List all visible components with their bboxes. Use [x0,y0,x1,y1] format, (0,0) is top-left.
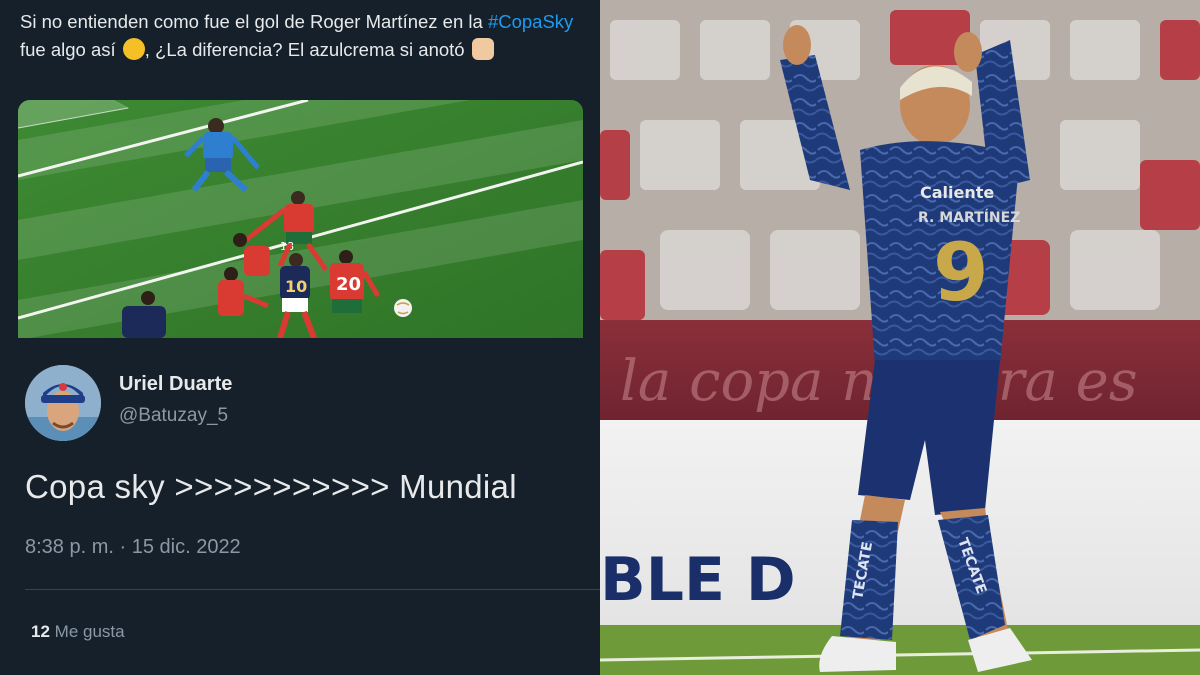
avatar[interactable] [25,365,101,441]
divider [25,589,600,590]
quoted-tweet: Si no entienden como fue el gol de Roger… [0,0,600,338]
svg-text:R. MARTÍNEZ: R. MARTÍNEZ [918,209,1020,226]
player-celebration-photo: la copa nuestra es BLE D Caliente R. MAR… [600,0,1200,675]
svg-text:Caliente: Caliente [920,183,994,202]
ad-board-text: BLE D [600,545,796,615]
stadium-scene: la copa nuestra es BLE D Caliente R. MAR… [600,0,1200,675]
left-boot [819,636,896,672]
user-avatar-photo [25,365,101,441]
tweet-text-part1: Si no entienden como fue el gol de Roger… [20,11,488,32]
tweet-media-image[interactable]: 18 10 20 [18,100,583,338]
left-hand [783,25,811,65]
tweet-text: Si no entienden como fue el gol de Roger… [20,8,585,64]
reply-text: Copa sky >>>>>>>>>>> Mundial [25,468,517,505]
tweet-timestamp[interactable]: 8:38 p. m. · 15 dic. 2022 [25,536,241,559]
right-hand [954,32,982,72]
raised-hands-emoji-icon [471,38,494,60]
author-name[interactable]: Uriel Duarte [119,373,232,396]
ball-icon [394,299,412,317]
reply-tweet: Uriel Duarte @Batuzay_5 Copa sky >>>>>>>… [0,338,600,675]
tweet-text-part3: , ¿La diferencia? El azulcrema si anotó [144,39,470,60]
tweet-text-part2: fue algo así [20,39,121,60]
svg-text:10: 10 [285,277,307,296]
soccer-field-photo: 18 10 20 [18,100,583,338]
likes-label: Me gusta [54,622,125,641]
svg-text:20: 20 [336,274,361,295]
author-handle[interactable]: @Batuzay_5 [119,405,228,427]
hashtag-link[interactable]: #CopaSky [488,11,573,32]
star-struck-emoji-icon [122,38,145,60]
svg-text:9: 9 [933,226,989,319]
likes-count[interactable]: 12 Me gusta [31,622,125,642]
likes-number: 12 [31,622,50,641]
